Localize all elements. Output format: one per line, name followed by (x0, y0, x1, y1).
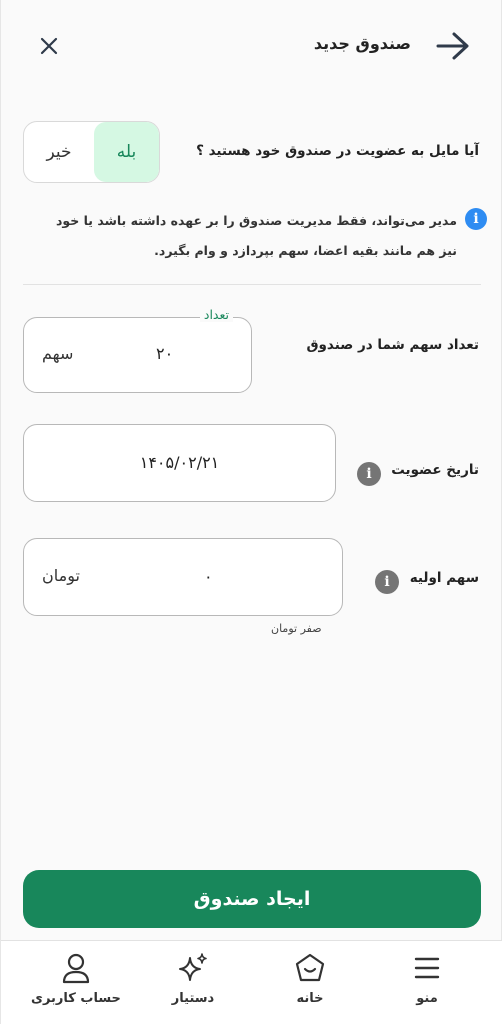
initial-share-input[interactable]: ۰ تومان (23, 538, 343, 616)
membership-toggle: خیر بله (23, 121, 160, 183)
nav-label-menu: منو (416, 991, 438, 1006)
close-button[interactable] (35, 32, 63, 60)
nav-label-assistant: دستیار (171, 991, 215, 1006)
shares-label: تعداد سهم شما در صندوق (306, 337, 479, 353)
divider (23, 284, 481, 285)
membership-question: آیا مایل به عضویت در صندوق خود هستید ؟ (196, 143, 479, 159)
shares-value: ۲۰ (156, 344, 174, 363)
close-icon (40, 37, 58, 55)
user-icon (62, 953, 90, 984)
membership-info-text: مدیر می‌تواند، فقط مدیریت صندوق را بر عه… (56, 213, 457, 258)
nav-item-menu[interactable]: منو (377, 949, 477, 1015)
page-title: صندوق جدید (313, 34, 411, 53)
toggle-yes-option[interactable]: بله (94, 122, 159, 182)
nav-item-home[interactable]: خانه (260, 949, 360, 1015)
menu-icon (414, 957, 440, 979)
initial-share-label: سهم اولیه (409, 570, 479, 586)
app-frame: صندوق جدید خیر بله آیا مایل به عضویت در … (0, 0, 502, 1024)
membership-date-input[interactable]: ۱۴۰۵/۰۲/۲۱ (23, 424, 336, 502)
sparkle-icon (179, 953, 207, 981)
initial-share-info-icon[interactable]: i (375, 570, 399, 594)
membership-date-label: تاریخ عضویت (391, 462, 479, 478)
initial-share-value: ۰ (204, 567, 213, 586)
arrow-right-icon (436, 32, 469, 60)
nav-label-account: حساب کاربری (31, 991, 121, 1006)
initial-share-helper: صفر تومان (271, 622, 322, 635)
shares-unit: سهم (42, 344, 74, 363)
membership-date-value: ۱۴۰۵/۰۲/۲۱ (139, 453, 220, 472)
header: صندوق جدید (1, 0, 502, 92)
back-button[interactable] (433, 26, 473, 66)
bottom-nav: منو خانه دستیار حساب کاربری (1, 940, 502, 1024)
shares-floating-label: تعداد (199, 307, 233, 322)
shares-input[interactable]: تعداد ۲۰ سهم (23, 307, 252, 393)
toggle-no-option[interactable]: خیر (24, 122, 94, 182)
nav-item-assistant[interactable]: دستیار (143, 949, 243, 1015)
info-icon: i (465, 208, 487, 230)
membership-date-info-icon[interactable]: i (357, 462, 381, 486)
initial-share-unit: تومان (42, 566, 80, 585)
nav-label-home: خانه (296, 991, 324, 1006)
home-icon (295, 953, 325, 982)
nav-item-account[interactable]: حساب کاربری (26, 949, 126, 1015)
create-fund-button[interactable]: ایجاد صندوق (23, 870, 481, 928)
